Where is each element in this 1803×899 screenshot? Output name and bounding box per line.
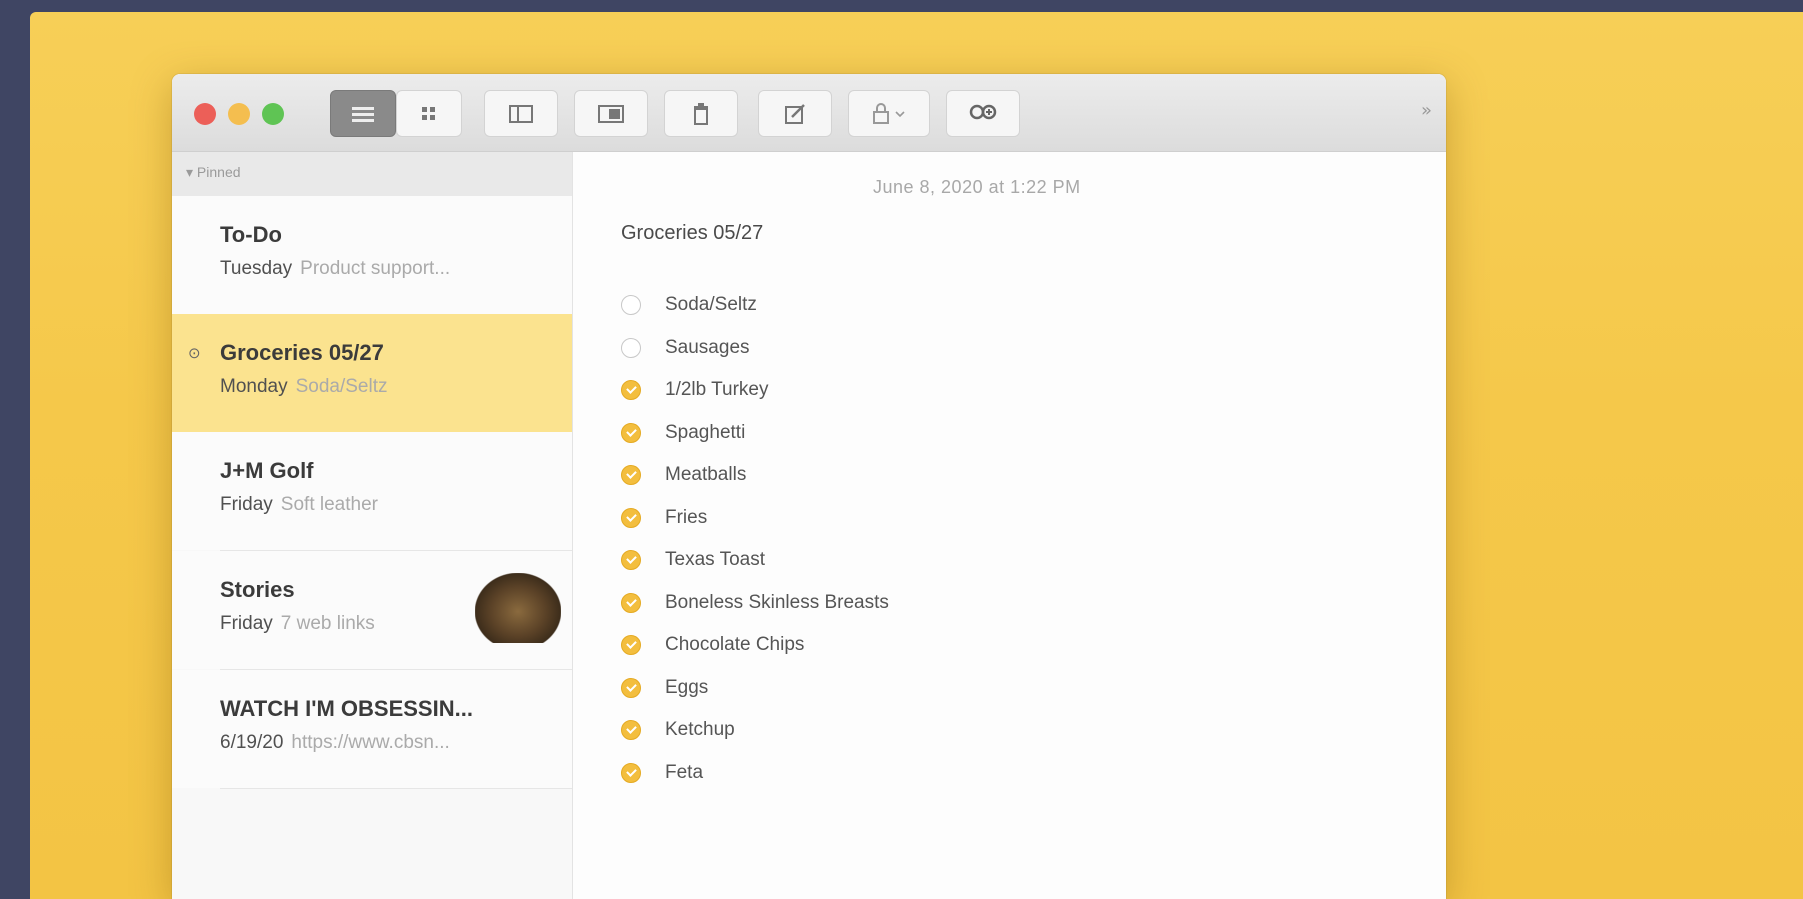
checklist-item: Texas Toast: [621, 539, 889, 582]
note-thumbnail-image: [475, 573, 561, 643]
toolbar-overflow-button[interactable]: »: [1421, 100, 1432, 121]
note-title: WATCH I'M OBSESSIN...: [220, 696, 473, 721]
checklist-item-text[interactable]: Meatballs: [665, 464, 746, 486]
note-editor[interactable]: June 8, 2020 at 1:22 PM Groceries 05/27 …: [573, 152, 1446, 899]
note-title: J+M Golf: [220, 458, 314, 483]
zoom-window-button[interactable]: [262, 103, 284, 125]
note-title: Groceries 05/27: [220, 340, 384, 365]
note-preview: 7 web links: [280, 613, 375, 634]
checklist-item: Fries: [621, 497, 889, 540]
checklist-item-text[interactable]: 1/2lb Turkey: [665, 379, 769, 401]
checked-checkbox-icon[interactable]: [621, 762, 641, 783]
note-date: Tuesday: [220, 258, 293, 279]
checked-checkbox-icon[interactable]: [621, 507, 641, 528]
list-view-button[interactable]: [330, 90, 396, 137]
checklist-item-text[interactable]: Soda/Seltz: [665, 294, 757, 316]
note-list-item[interactable]: WATCH I'M OBSESSIN... 6/19/20 https://www…: [172, 670, 572, 788]
checklist-item-text[interactable]: Spaghetti: [665, 422, 745, 444]
attachments-icon: [598, 104, 624, 123]
checklist-item-text[interactable]: Boneless Skinless Breasts: [665, 592, 889, 614]
note-title: To-Do: [220, 222, 282, 247]
note-subtitle: Tuesday Product support...: [220, 258, 572, 280]
note-date: Monday: [220, 376, 288, 397]
list-view-icon: [352, 106, 374, 122]
checklist-item: Eggs: [621, 667, 889, 710]
gallery-view-icon: [422, 106, 435, 120]
compose-button[interactable]: [758, 90, 832, 137]
note-date: 6/19/20: [220, 732, 284, 753]
pin-icon: ⊙: [188, 345, 201, 362]
note-preview: https://www.cbsn...: [291, 732, 450, 753]
checklist-item: Feta: [621, 752, 889, 795]
checked-checkbox-icon[interactable]: [621, 720, 641, 741]
checklist-item: Sausages: [621, 327, 889, 370]
collaborate-icon: [969, 104, 997, 119]
lock-icon: [873, 102, 905, 124]
note-timestamp: June 8, 2020 at 1:22 PM: [873, 177, 1081, 197]
note-list-item-selected[interactable]: ⊙ Groceries 05/27 Monday Soda/Seltz: [172, 314, 572, 432]
notes-list-sidebar: ▾ Pinned To-Do Tuesday Product support...…: [172, 152, 573, 899]
notes-window: » ▾ Pinned To-Do Tuesday Product support.…: [172, 74, 1446, 899]
checked-checkbox-icon[interactable]: [621, 592, 641, 613]
checklist-item: Spaghetti: [621, 412, 889, 455]
checklist-item: Boneless Skinless Breasts: [621, 582, 889, 625]
note-subtitle: 6/19/20 https://www.cbsn...: [220, 732, 572, 754]
checked-checkbox-icon[interactable]: [621, 550, 641, 571]
divider: [220, 788, 572, 789]
sidebar-toggle-button[interactable]: [484, 90, 558, 137]
note-date: Friday: [220, 494, 273, 515]
checklist: Soda/Seltz Sausages 1/2lb Turkey Spaghetti M…: [621, 284, 889, 794]
checklist-item: Ketchup: [621, 709, 889, 752]
checklist-item-text[interactable]: Ketchup: [665, 719, 735, 741]
checklist-item: Chocolate Chips: [621, 624, 889, 667]
checked-checkbox-icon[interactable]: [621, 635, 641, 656]
collaborate-button[interactable]: [946, 90, 1020, 137]
compose-icon: [785, 103, 805, 124]
checked-checkbox-icon[interactable]: [621, 422, 641, 443]
pinned-section-header[interactable]: ▾ Pinned: [172, 152, 572, 196]
checklist-item-text[interactable]: Sausages: [665, 337, 750, 359]
note-date: Friday: [220, 613, 273, 634]
checklist-item-text[interactable]: Chocolate Chips: [665, 634, 804, 656]
minimize-window-button[interactable]: [228, 103, 250, 125]
lock-button[interactable]: [848, 90, 930, 137]
note-subtitle: Friday Soft leather: [220, 494, 572, 516]
checklist-item: Meatballs: [621, 454, 889, 497]
checklist-item-text[interactable]: Fries: [665, 507, 707, 529]
unchecked-checkbox-icon[interactable]: [621, 295, 641, 316]
delete-button[interactable]: [664, 90, 738, 137]
checked-checkbox-icon[interactable]: [621, 677, 641, 698]
note-list-item[interactable]: J+M Golf Friday Soft leather: [172, 432, 572, 550]
checklist-item: 1/2lb Turkey: [621, 369, 889, 412]
checked-checkbox-icon[interactable]: [621, 380, 641, 401]
note-preview: Soda/Seltz: [295, 376, 388, 397]
trash-icon: [694, 102, 708, 125]
note-subtitle: Monday Soda/Seltz: [220, 376, 572, 398]
gallery-view-button[interactable]: [396, 90, 462, 137]
sidebar-toggle-icon: [509, 104, 533, 123]
note-preview: Soft leather: [280, 494, 378, 515]
checklist-item: Soda/Seltz: [621, 284, 889, 327]
unchecked-checkbox-icon[interactable]: [621, 337, 641, 358]
checked-checkbox-icon[interactable]: [621, 465, 641, 486]
checklist-item-text[interactable]: Texas Toast: [665, 549, 765, 571]
note-heading: Groceries 05/27: [621, 222, 764, 244]
note-list-item[interactable]: To-Do Tuesday Product support...: [172, 196, 572, 314]
note-list-item[interactable]: Stories Friday 7 web links: [172, 551, 572, 669]
attachments-button[interactable]: [574, 90, 648, 137]
checklist-item-text[interactable]: Eggs: [665, 677, 708, 699]
checklist-item-text[interactable]: Feta: [665, 762, 703, 784]
close-window-button[interactable]: [194, 103, 216, 125]
note-preview: Product support...: [300, 258, 451, 279]
toolbar: »: [172, 74, 1446, 152]
